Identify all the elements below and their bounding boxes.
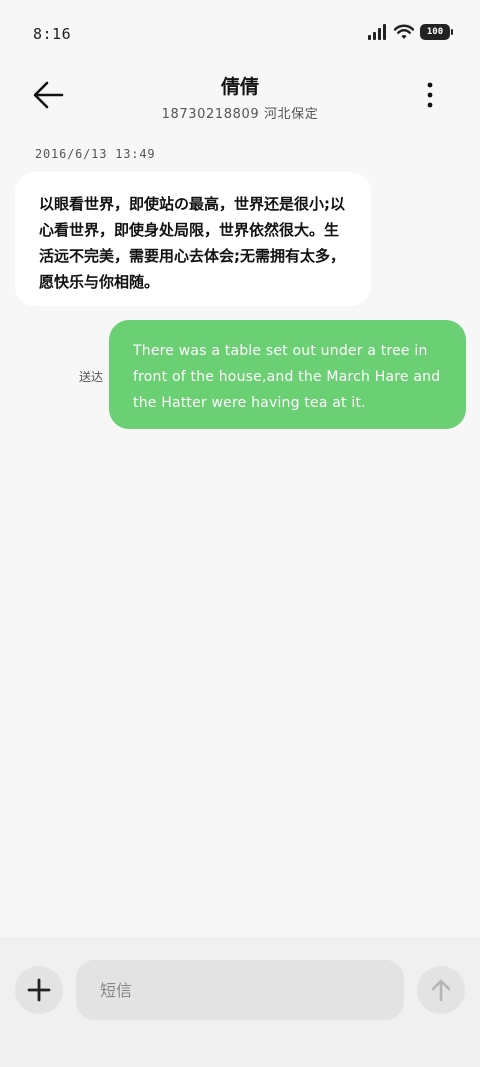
more-options-button[interactable]: [412, 80, 448, 110]
incoming-message-bubble[interactable]: 以眼看世界，即使站の最高，世界还是很小;以心看世界，即使身处局限，世界依然很大。…: [15, 172, 371, 306]
delivery-status: 送达: [79, 370, 104, 384]
status-time: 8:16: [33, 25, 72, 43]
message-input[interactable]: [76, 960, 404, 1020]
battery-level: 100: [426, 27, 444, 37]
status-icons: 100: [368, 24, 453, 40]
more-vertical-icon: [427, 82, 433, 108]
status-bar: 8:16 100: [0, 0, 480, 66]
add-attachment-button[interactable]: [15, 966, 63, 1014]
message-timestamp: 2016/6/13 13:49: [35, 147, 156, 161]
battery-icon: 100: [420, 24, 453, 40]
composer-bar: [0, 937, 480, 1067]
contact-number-location: 18730218809 河北保定: [161, 107, 319, 122]
messaging-screen: 8:16 100 倩倩 18730218809 河北保定 2016/6/13 1…: [0, 0, 480, 1067]
contact-name: 倩倩: [220, 76, 259, 98]
signal-icon: [368, 24, 386, 40]
outgoing-message-bubble[interactable]: There was a table set out under a tree i…: [109, 320, 466, 429]
outgoing-message-text: There was a table set out under a tree i…: [133, 343, 441, 411]
send-arrow-icon: [431, 979, 451, 1002]
send-button[interactable]: [417, 966, 465, 1014]
incoming-message-text: 以眼看世界，即使站の最高，世界还是很小;以心看世界，即使身处局限，世界依然很大。…: [39, 195, 346, 291]
conversation-header: 倩倩 18730218809 河北保定: [0, 66, 480, 130]
wifi-icon: [394, 24, 414, 39]
plus-icon: [27, 978, 51, 1002]
